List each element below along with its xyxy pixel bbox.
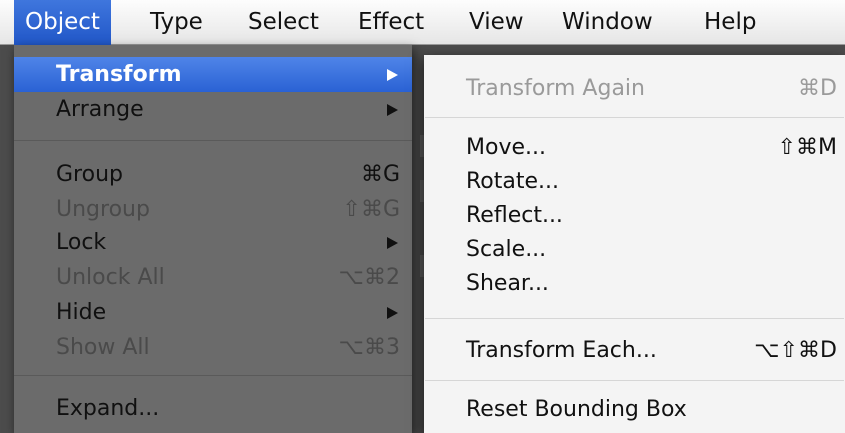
menu-item-label: Transform (56, 62, 182, 87)
menu-item-group[interactable]: Group ⌘G (14, 157, 412, 192)
menu-item-label: Show All (56, 335, 150, 360)
menu-item-reset-bounding-box[interactable]: Reset Bounding Box (424, 393, 845, 427)
menu-type[interactable]: Type (139, 0, 214, 45)
shortcut: ⌥⌘3 (338, 335, 400, 360)
menu-item-label: Expand... (56, 396, 160, 421)
menu-item-unlock-all[interactable]: Unlock All ⌥⌘2 (14, 260, 412, 295)
menu-item-transform-again[interactable]: Transform Again ⌘D (424, 72, 845, 106)
menu-item-label: Arrange (56, 97, 144, 122)
menu-separator (14, 140, 412, 141)
shortcut: ⌘G (360, 162, 400, 187)
submenu-arrow-icon (387, 104, 398, 116)
menu-item-label: Rotate... (466, 169, 560, 194)
submenu-arrow-icon (387, 307, 398, 319)
menu-item-hide[interactable]: Hide (14, 295, 412, 330)
menu-item-label: Lock (56, 230, 107, 255)
menu-view[interactable]: View (458, 0, 535, 45)
menu-item-move[interactable]: Move... ⇧⌘M (424, 131, 845, 165)
menu-item-label: Move... (466, 135, 546, 160)
menu-item-label: Hide (56, 300, 107, 325)
shortcut: ⌘D (798, 76, 837, 101)
menu-bar: Object Type Select Effect View Window He… (0, 0, 845, 45)
submenu-arrow-icon (387, 69, 398, 81)
menu-separator (14, 375, 412, 376)
menu-help[interactable]: Help (693, 0, 767, 45)
menu-item-label: Transform Each... (466, 338, 657, 363)
menu-separator (425, 380, 844, 381)
menu-item-shear[interactable]: Shear... (424, 267, 845, 301)
object-menu: Transform Arrange Group ⌘G Ungroup ⇧⌘G L… (14, 45, 412, 433)
menu-select[interactable]: Select (237, 0, 330, 45)
menu-item-arrange[interactable]: Arrange (14, 92, 412, 127)
menu-object[interactable]: Object (14, 0, 111, 45)
menu-effect[interactable]: Effect (347, 0, 435, 45)
transform-submenu: Transform Again ⌘D Move... ⇧⌘M Rotate...… (424, 55, 845, 433)
menu-separator (425, 318, 844, 319)
menu-item-label: Ungroup (56, 197, 150, 222)
menu-separator (425, 117, 844, 118)
submenu-arrow-icon (387, 237, 398, 249)
menu-item-label: Reset Bounding Box (466, 397, 687, 422)
menu-item-transform[interactable]: Transform (14, 57, 412, 92)
shortcut: ⌥⌘2 (338, 265, 400, 290)
menu-item-label: Group (56, 162, 123, 187)
menu-item-label: Unlock All (56, 265, 165, 290)
menu-item-expand[interactable]: Expand... (14, 391, 412, 426)
shortcut: ⇧⌘G (342, 197, 400, 222)
menu-item-scale[interactable]: Scale... (424, 233, 845, 267)
menu-item-label: Shear... (466, 271, 549, 296)
shortcut: ⌥⇧⌘D (754, 338, 837, 363)
menu-item-label: Reflect... (466, 203, 563, 228)
menu-item-ungroup[interactable]: Ungroup ⇧⌘G (14, 192, 412, 227)
menu-item-reflect[interactable]: Reflect... (424, 199, 845, 233)
menu-item-transform-each[interactable]: Transform Each... ⌥⇧⌘D (424, 334, 845, 368)
menu-item-label: Transform Again (466, 76, 645, 101)
menu-item-label: Scale... (466, 237, 547, 262)
menu-window[interactable]: Window (551, 0, 664, 45)
menu-item-show-all[interactable]: Show All ⌥⌘3 (14, 330, 412, 365)
menu-item-lock[interactable]: Lock (14, 225, 412, 260)
shortcut: ⇧⌘M (777, 135, 837, 160)
menu-item-rotate[interactable]: Rotate... (424, 165, 845, 199)
